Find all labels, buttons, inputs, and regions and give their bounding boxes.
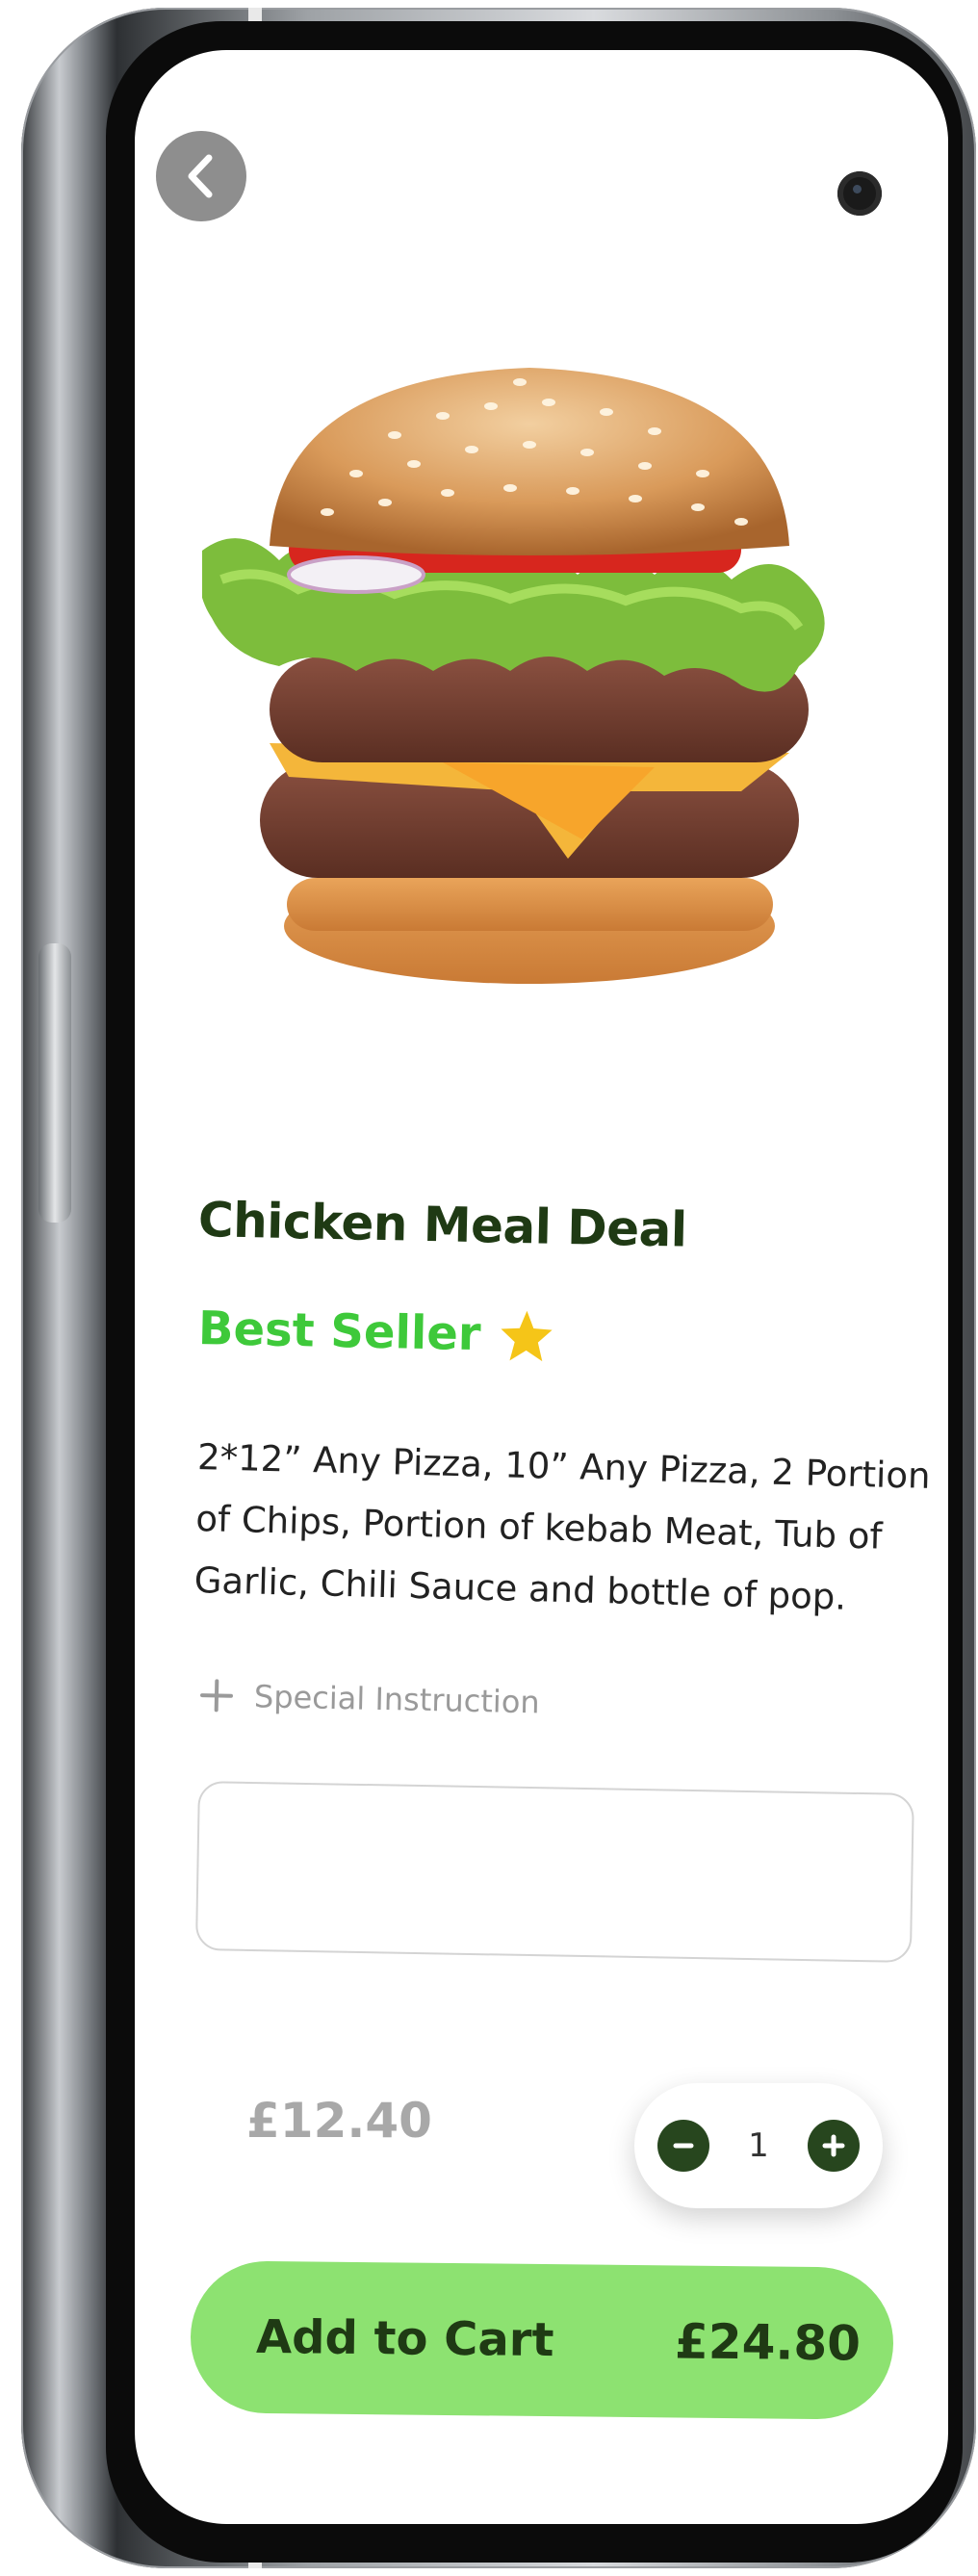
minus-icon [673, 2143, 694, 2149]
app-screen: Chicken Meal Deal Best Seller 2*12” Any … [135, 50, 948, 2524]
special-instruction-toggle[interactable]: Special Instruction [198, 1677, 540, 1720]
increment-button[interactable] [807, 2120, 860, 2172]
decrement-button[interactable] [657, 2120, 709, 2172]
phone-side-button [39, 943, 71, 1223]
back-button[interactable] [156, 131, 246, 221]
add-to-cart-button[interactable]: Add to Cart £24.80 [190, 2260, 894, 2420]
product-title: Chicken Meal Deal [197, 1192, 688, 1258]
cart-total: £24.80 [674, 2313, 862, 2372]
product-description: 2*12” Any Pizza, 10” Any Pizza, 2 Portio… [193, 1435, 932, 1618]
badge-label: Best Seller [197, 1301, 482, 1362]
special-instruction-label: Special Instruction [253, 1678, 541, 1721]
plus-icon [822, 2134, 845, 2157]
special-instruction-textarea[interactable] [196, 1783, 913, 1961]
best-seller-badge: Best Seller [197, 1301, 554, 1363]
quantity-stepper: 1 [634, 2083, 883, 2208]
plus-icon [199, 1679, 233, 1713]
camera-icon [837, 171, 882, 216]
add-to-cart-label: Add to Cart [255, 2309, 554, 2368]
quantity-value: 1 [748, 2126, 769, 2165]
special-instruction-input[interactable] [194, 1781, 914, 1963]
burger-image [202, 368, 825, 984]
star-icon [501, 1310, 553, 1362]
unit-price: £12.40 [246, 2093, 432, 2149]
back-arrow-icon [188, 154, 213, 198]
